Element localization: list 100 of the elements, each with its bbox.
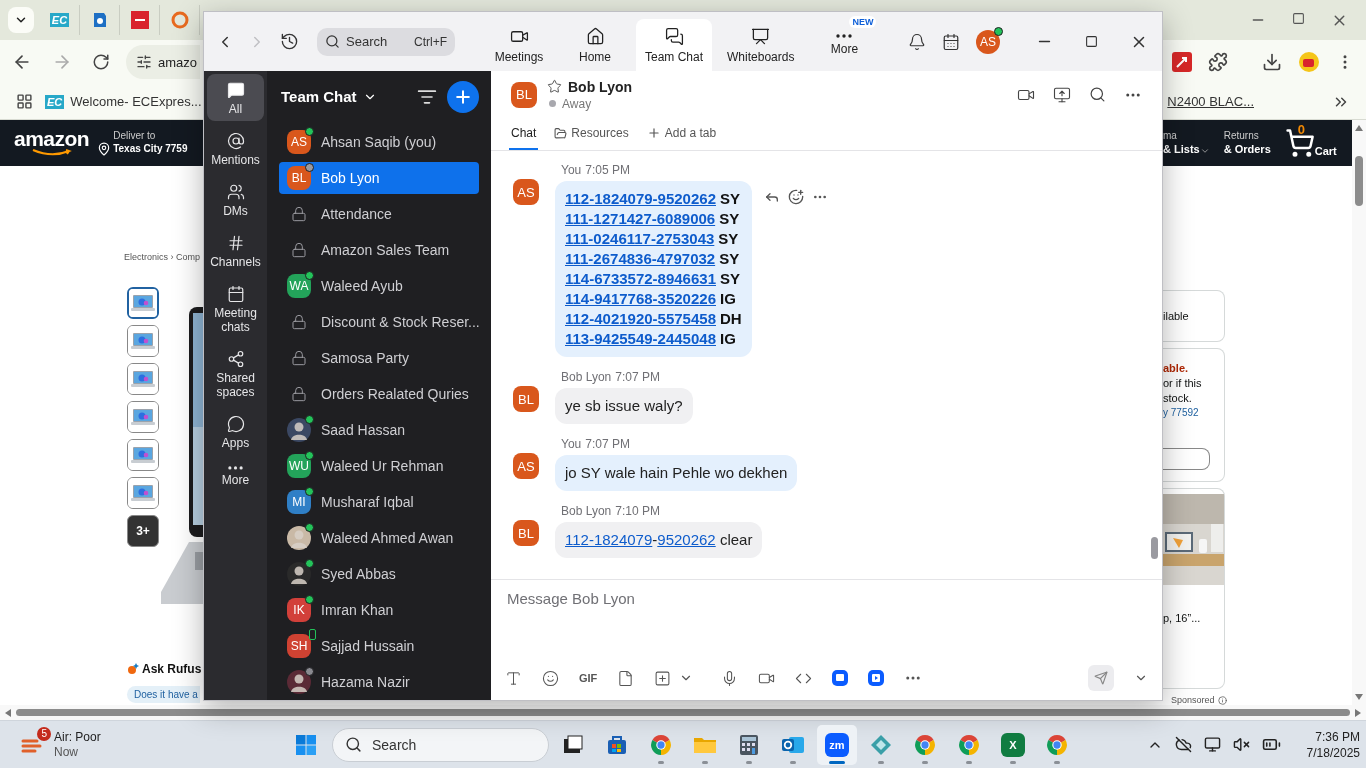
- chat-list-item[interactable]: WU Waleed Ur Rehman: [279, 450, 479, 482]
- thumbnail[interactable]: [127, 401, 159, 433]
- order-link[interactable]: 114-6733572-8946631: [565, 269, 716, 289]
- nav-tab[interactable]: Whiteboards: [718, 19, 804, 71]
- emoji-icon[interactable]: [542, 669, 559, 687]
- history-button[interactable]: [280, 32, 299, 51]
- scroll-up-icon[interactable]: [1355, 124, 1363, 132]
- nav-tab[interactable]: Home: [560, 19, 630, 71]
- add-reaction-icon[interactable]: [787, 189, 804, 205]
- rail-item[interactable]: All: [207, 74, 264, 121]
- monitor-icon[interactable]: [1203, 736, 1221, 753]
- nav-tab[interactable]: NEW More: [809, 19, 880, 71]
- tab-search-button[interactable]: [8, 7, 34, 33]
- share-screen-icon[interactable]: [1053, 85, 1071, 104]
- star-icon[interactable]: [547, 79, 562, 95]
- nav-tab[interactable]: Team Chat: [636, 19, 713, 71]
- chat-tab[interactable]: Resources: [552, 118, 631, 150]
- taskbar-search-field[interactable]: Search: [332, 727, 549, 762]
- extensions-icon[interactable]: [1208, 52, 1228, 72]
- order-link[interactable]: 111-1271427-6089006: [565, 209, 716, 229]
- bookmark-link[interactable]: N2400 BLAC...: [1167, 94, 1254, 109]
- order-link[interactable]: 112-1824079-9520262: [565, 189, 716, 209]
- list-title-button[interactable]: Team Chat: [281, 88, 377, 105]
- order-link[interactable]: 113-9425549-2445048: [565, 329, 716, 349]
- chat-list-item[interactable]: Discount & Stock Reser...: [279, 306, 479, 338]
- deliver-city[interactable]: Texas City 7759: [113, 142, 188, 156]
- address-field[interactable]: amazo: [126, 45, 200, 79]
- search-field[interactable]: Search Ctrl+F: [317, 27, 455, 56]
- app-icon[interactable]: [832, 670, 849, 686]
- maximize-button[interactable]: [1085, 35, 1098, 48]
- chat-list-item[interactable]: Amazon Sales Team: [279, 234, 479, 266]
- new-chat-button[interactable]: [447, 80, 479, 113]
- chat-list-item[interactable]: BL Bob Lyon: [279, 162, 479, 194]
- chat-list-item[interactable]: Saad Hassan: [279, 414, 479, 446]
- thumbnail[interactable]: [127, 325, 159, 357]
- chat-list-item[interactable]: Orders Realated Quries: [279, 378, 479, 410]
- file-icon[interactable]: [617, 669, 635, 687]
- order-link[interactable]: 111-2674836-4797032: [565, 249, 716, 269]
- app-icon[interactable]: [868, 670, 885, 686]
- location-link[interactable]: y 77592: [1163, 406, 1224, 420]
- chat-list-item[interactable]: Hazama Nazir: [279, 666, 479, 698]
- thumbnail[interactable]: [127, 477, 159, 509]
- taskbar-app-button[interactable]: zm: [817, 724, 857, 765]
- bookmark-link[interactable]: EC Welcome- ECExpres...: [45, 94, 202, 109]
- scroll-left-icon[interactable]: [4, 708, 12, 717]
- chat-list-item[interactable]: Attendance: [279, 198, 479, 230]
- rail-item[interactable]: More: [207, 459, 264, 492]
- suggestion-chip[interactable]: Does it have a: [127, 686, 200, 703]
- volume-muted-icon[interactable]: [1232, 736, 1250, 753]
- rail-item[interactable]: Apps: [207, 408, 264, 455]
- send-button[interactable]: [1088, 665, 1114, 691]
- chat-list-item[interactable]: WA Waleed Ayub: [279, 270, 479, 302]
- profile-avatar[interactable]: AS: [976, 29, 1000, 54]
- screenshot-icon[interactable]: [654, 669, 672, 687]
- scroll-right-icon[interactable]: [1354, 708, 1362, 717]
- taskbar-app-button[interactable]: X: [993, 724, 1033, 765]
- chat-list-item[interactable]: Waleed Ahmed Awan: [279, 522, 479, 554]
- thumbnail[interactable]: 3+: [127, 515, 159, 547]
- chat-tab[interactable]: Add a tab: [644, 118, 719, 150]
- order-link[interactable]: 112-1824079: [565, 531, 653, 548]
- order-link[interactable]: 112-4021920-5575458: [565, 309, 716, 329]
- cart-link[interactable]: Cart: [1314, 144, 1337, 158]
- chat-list-item[interactable]: Syed Abbas: [279, 558, 479, 590]
- order-link[interactable]: 114-9417768-3520226: [565, 289, 716, 309]
- amazon-logo[interactable]: amazon: [14, 129, 90, 157]
- chat-tab[interactable]: Chat: [509, 118, 539, 150]
- nav-tab[interactable]: Meetings: [484, 19, 554, 71]
- scrollbar-thumb[interactable]: [1355, 156, 1363, 206]
- rail-item[interactable]: Mentions: [207, 125, 264, 172]
- rail-item[interactable]: Channels: [207, 227, 264, 274]
- chat-list-item[interactable]: IK Imran Khan: [279, 594, 479, 626]
- chat-list-item[interactable]: MI Musharaf Iqbal: [279, 486, 479, 518]
- download-icon[interactable]: [1262, 52, 1282, 72]
- text-format-icon[interactable]: [505, 669, 522, 687]
- product-title[interactable]: p, 16”...: [1163, 611, 1224, 626]
- orders-link[interactable]: & Orders: [1223, 142, 1271, 156]
- cloud-off-icon[interactable]: [1174, 736, 1192, 753]
- order-link[interactable]: 111-0246117-2753043: [565, 229, 715, 249]
- thumbnail[interactable]: [127, 363, 159, 395]
- thumbnail[interactable]: [127, 287, 159, 319]
- calendar-icon[interactable]: [942, 32, 960, 51]
- breadcrumb[interactable]: Electronics › Comp: [124, 252, 203, 262]
- rail-item[interactable]: Meeting chats: [207, 278, 264, 339]
- scrollbar-thumb[interactable]: [1151, 537, 1158, 559]
- chat-list-item[interactable]: SH Sajjad Hussain: [279, 630, 479, 662]
- profile-icon[interactable]: [1298, 51, 1320, 73]
- maximize-button[interactable]: [1292, 11, 1305, 25]
- gif-button[interactable]: GIF: [579, 672, 598, 684]
- scroll-down-icon[interactable]: [1355, 693, 1363, 701]
- chat-list-item[interactable]: Samosa Party: [279, 342, 479, 374]
- search-icon[interactable]: [1089, 85, 1106, 103]
- order-link[interactable]: 9520262: [657, 531, 716, 548]
- scrollbar-thumb[interactable]: [16, 709, 1350, 716]
- lists-link[interactable]: & Lists: [1163, 142, 1200, 156]
- thumbnail[interactable]: [127, 439, 159, 471]
- apps-icon[interactable]: [16, 93, 33, 110]
- reload-button[interactable]: [92, 53, 110, 71]
- rail-item[interactable]: DMs: [207, 176, 264, 223]
- bell-icon[interactable]: [908, 32, 926, 51]
- pdf-extension-icon[interactable]: [1172, 52, 1192, 72]
